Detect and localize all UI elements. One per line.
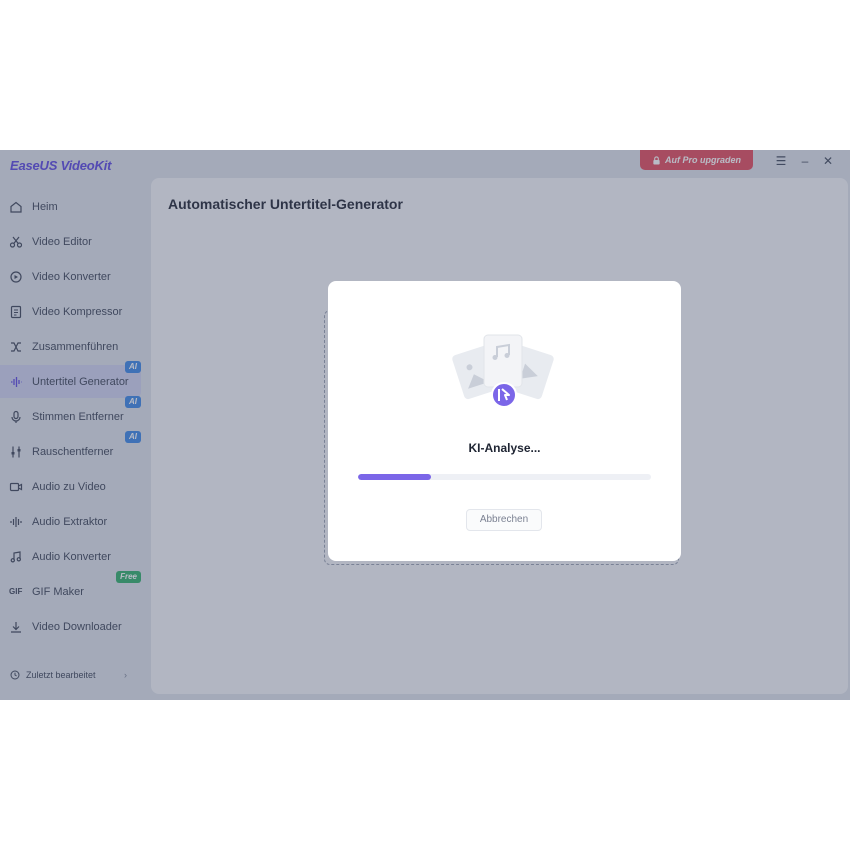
analysis-status: KI-Analyse... (468, 441, 541, 455)
media-files-icon (452, 334, 554, 408)
cancel-button[interactable]: Abbrechen (466, 509, 542, 531)
progress-fill (358, 474, 432, 480)
app-window: EaseUS VideoKit Auf Pro upgraden ☰ – ✕ H… (0, 150, 850, 700)
progress-bar (358, 474, 651, 480)
progress-dialog: KI-Analyse... Abbrechen (328, 281, 681, 561)
